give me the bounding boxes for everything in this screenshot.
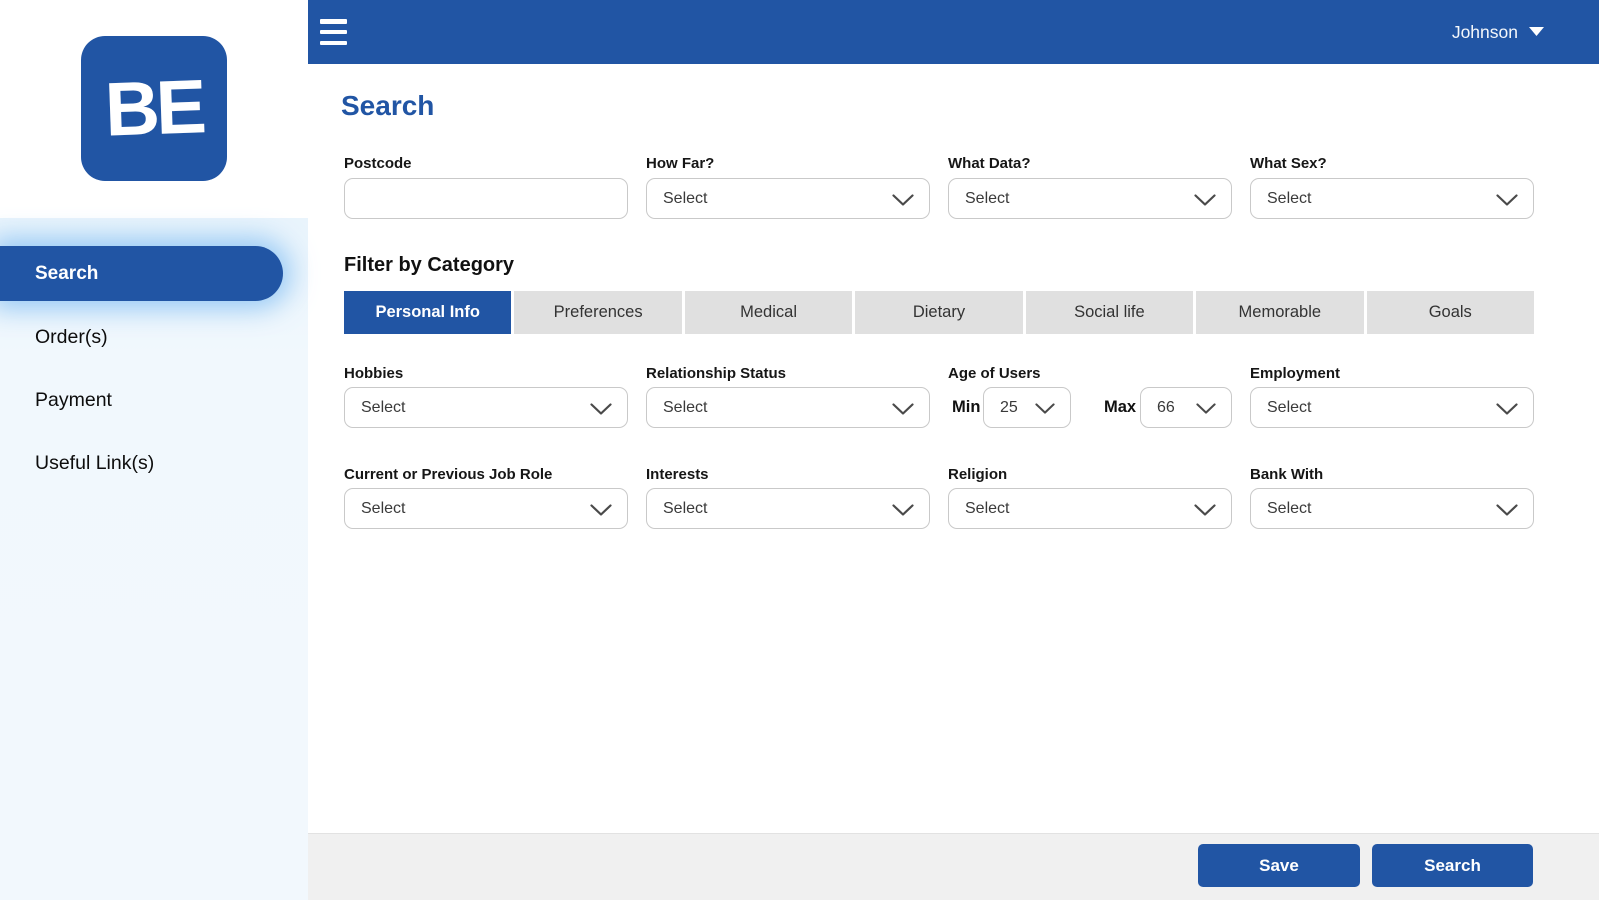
age-min-select[interactable]: 25 [983,387,1071,428]
bank-with-label: Bank With [1250,466,1324,483]
employment-label: Employment [1250,365,1341,382]
category-tabs: Personal Info Preferences Medical Dietar… [344,291,1534,334]
filter-by-category-heading: Filter by Category [344,254,515,276]
menu-icon[interactable] [320,19,350,45]
age-of-users-label: Age of Users [948,365,1041,382]
sidebar: BE Search Order(s) Payment Useful Link(s… [0,0,308,900]
job-role-select[interactable]: Select [344,488,628,529]
relationship-status-label: Relationship Status [646,365,787,382]
tab-dietary[interactable]: Dietary [855,291,1023,334]
religion-select[interactable]: Select [948,488,1232,529]
user-name: Johnson [1451,21,1518,42]
interests-select[interactable]: Select [646,488,930,529]
what-sex-label: What Sex? [1250,155,1327,172]
chevron-down-icon [590,403,612,415]
caret-down-icon [1529,27,1544,36]
interests-label: Interests [646,466,709,483]
chevron-down-icon [1496,403,1518,415]
sidebar-background [0,218,308,900]
hobbies-label: Hobbies [344,365,404,382]
page-title: Search [341,90,435,121]
chevron-down-icon [1194,194,1216,206]
chevron-down-icon [590,504,612,516]
sidebar-item-useful-links[interactable]: Useful Link(s) [35,452,154,475]
tab-medical[interactable]: Medical [684,291,853,334]
chevron-down-icon [1194,504,1216,516]
search-button[interactable]: Search [1372,844,1533,887]
hobbies-select[interactable]: Select [344,387,628,428]
main-content: Search Postcode How Far? Select What Dat… [308,64,1599,833]
sidebar-item-payment[interactable]: Payment [35,389,112,412]
chevron-down-icon [892,504,914,516]
chevron-down-icon [1496,504,1518,516]
action-bar: Save Search [308,833,1599,900]
age-max-label: Max [1104,398,1137,416]
what-data-select[interactable]: Select [948,178,1232,219]
tab-personal-info[interactable]: Personal Info [344,291,512,334]
sidebar-item-orders[interactable]: Order(s) [35,326,108,349]
employment-select[interactable]: Select [1250,387,1534,428]
religion-label: Religion [948,466,1008,483]
tab-goals[interactable]: Goals [1366,291,1534,334]
job-role-label: Current or Previous Job Role [344,466,553,483]
app-logo: BE [81,36,227,181]
tab-preferences[interactable]: Preferences [514,291,682,334]
tab-social-life[interactable]: Social life [1025,291,1194,334]
chevron-down-icon [892,194,914,206]
save-button[interactable]: Save [1198,844,1360,887]
sidebar-item-search[interactable]: Search [0,246,283,301]
topbar: Johnson [308,0,1599,64]
how-far-label: How Far? [646,155,715,172]
how-far-select[interactable]: Select [646,178,930,219]
chevron-down-icon [1035,403,1055,414]
what-sex-select[interactable]: Select [1250,178,1534,219]
postcode-label: Postcode [344,155,412,172]
age-max-select[interactable]: 66 [1140,387,1232,428]
what-data-label: What Data? [948,155,1031,172]
relationship-status-select[interactable]: Select [646,387,930,428]
postcode-input[interactable] [344,178,628,219]
chevron-down-icon [1196,403,1216,414]
chevron-down-icon [1496,194,1518,206]
user-menu[interactable]: Johnson [1452,0,1544,64]
bank-with-select[interactable]: Select [1250,488,1534,529]
age-min-label: Min [952,398,981,416]
app-logo-text: BE [103,64,205,153]
tab-memorable[interactable]: Memorable [1196,291,1364,334]
chevron-down-icon [892,403,914,415]
